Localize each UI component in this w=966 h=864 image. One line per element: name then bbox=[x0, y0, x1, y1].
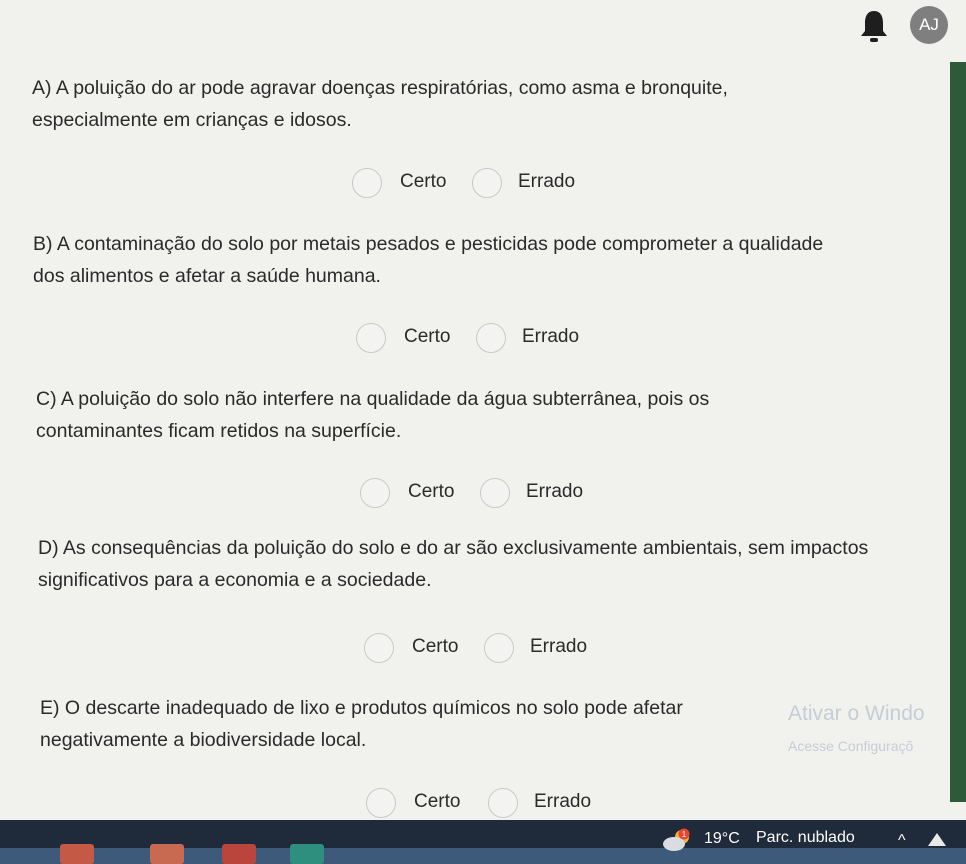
option-label: Errado bbox=[518, 171, 576, 192]
question-e: E) O descarte inadequado de lixo e produ… bbox=[40, 692, 800, 756]
taskbar: 1 19°C Parc. nublado ^ bbox=[0, 820, 966, 864]
top-bar: AJ bbox=[0, 0, 966, 56]
taskbar-app-icon[interactable] bbox=[222, 844, 256, 864]
activation-watermark-subtitle: Acesse Configuraçõ bbox=[788, 738, 914, 754]
option-label: Errado bbox=[534, 791, 592, 812]
tray-chevron-up-icon[interactable]: ^ bbox=[898, 832, 906, 850]
option-label: Certo bbox=[400, 171, 447, 192]
option-label: Errado bbox=[530, 636, 588, 657]
activation-watermark-title: Ativar o Windo bbox=[788, 702, 925, 725]
radio-button[interactable] bbox=[488, 788, 518, 818]
bell-icon[interactable] bbox=[858, 8, 890, 44]
radio-button[interactable] bbox=[356, 323, 386, 353]
radio-button[interactable] bbox=[366, 788, 396, 818]
question-text: E) O descarte inadequado de lixo e produ… bbox=[40, 697, 683, 751]
option-label: Certo bbox=[408, 481, 455, 502]
option-label: Certo bbox=[412, 636, 459, 657]
question-a: A) A poluição do ar pode agravar doenças… bbox=[32, 72, 832, 136]
background-window-edge bbox=[950, 62, 966, 802]
option-label: Certo bbox=[404, 326, 451, 347]
taskbar-app-icon[interactable] bbox=[150, 844, 184, 864]
question-text: D) As consequências da poluição do solo … bbox=[38, 537, 869, 591]
network-icon[interactable] bbox=[926, 830, 948, 848]
radio-button[interactable] bbox=[484, 633, 514, 663]
radio-button[interactable] bbox=[480, 478, 510, 508]
weather-description[interactable]: Parc. nublado bbox=[756, 829, 855, 847]
question-text: C) A poluição do solo não interfere na q… bbox=[36, 388, 710, 442]
radio-button[interactable] bbox=[476, 323, 506, 353]
radio-button[interactable] bbox=[364, 633, 394, 663]
question-c: C) A poluição do solo não interfere na q… bbox=[36, 383, 826, 447]
option-label: Certo bbox=[414, 791, 461, 812]
radio-button[interactable] bbox=[472, 168, 502, 198]
question-d: D) As consequências da poluição do solo … bbox=[38, 532, 898, 596]
question-text: B) A contaminação do solo por metais pes… bbox=[33, 233, 824, 287]
weather-badge: 1 bbox=[682, 830, 687, 839]
radio-button[interactable] bbox=[352, 168, 382, 198]
radio-button[interactable] bbox=[360, 478, 390, 508]
taskbar-app-icon[interactable] bbox=[60, 844, 94, 864]
option-label: Errado bbox=[522, 326, 580, 347]
avatar[interactable]: AJ bbox=[910, 6, 948, 44]
question-b: B) A contaminação do solo por metais pes… bbox=[33, 228, 843, 292]
weather-temperature[interactable]: 19°C bbox=[704, 830, 740, 848]
question-text: A) A poluição do ar pode agravar doenças… bbox=[32, 77, 728, 131]
option-label: Errado bbox=[526, 481, 584, 502]
calendar-icon[interactable] bbox=[290, 844, 324, 864]
taskbar-apps-strip bbox=[0, 848, 966, 864]
partly-cloudy-icon[interactable]: 1 bbox=[662, 828, 692, 852]
